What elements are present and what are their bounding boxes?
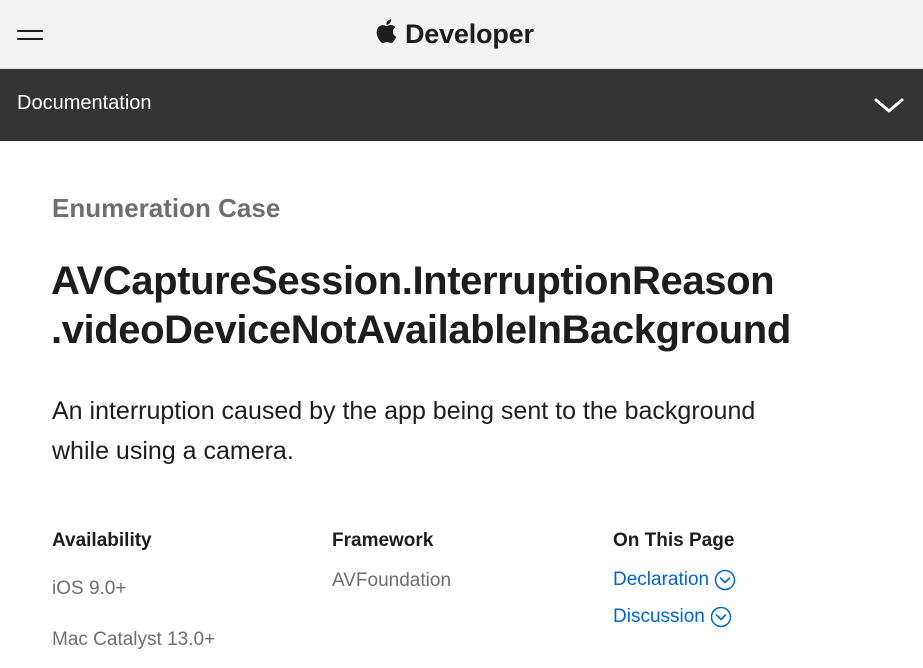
discussion-link-label: Discussion <box>613 606 705 627</box>
declaration-link-label: Declaration <box>613 569 710 590</box>
abstract-line: An interruption caused by the app being … <box>52 397 756 425</box>
availability-heading: Availability <box>52 530 152 551</box>
availability-mac-catalyst: Mac Catalyst 13.0+ <box>52 629 216 650</box>
declaration-link[interactable]: Declaration <box>613 569 736 591</box>
global-nav: Developer <box>0 0 923 69</box>
local-nav: Documentation <box>0 69 923 141</box>
page-title-line: .videoDeviceNotAvailableInBackground <box>51 308 791 352</box>
abstract-line: while using a camera. <box>52 437 294 465</box>
circle-chevron-down-icon <box>714 569 736 591</box>
framework-heading: Framework <box>332 530 434 551</box>
abstract: An interruption caused by the app being … <box>52 391 852 471</box>
eyebrow-label: Enumeration Case <box>52 193 281 223</box>
hamburger-menu-icon[interactable] <box>10 18 50 50</box>
apple-logo-icon <box>376 19 397 43</box>
discussion-link[interactable]: Discussion <box>613 606 732 628</box>
documentation-link[interactable]: Documentation <box>17 92 152 115</box>
developer-home-link[interactable]: Developer <box>374 14 534 54</box>
brand-label: Developer <box>405 18 534 49</box>
chevron-down-icon[interactable] <box>872 93 906 117</box>
page-title-line: AVCaptureSession.InterruptionReason <box>51 259 775 303</box>
framework-value: AVFoundation <box>332 570 452 591</box>
circle-chevron-down-icon <box>710 606 732 628</box>
page-title: AVCaptureSession.InterruptionReason .vid… <box>51 257 891 355</box>
availability-ios: iOS 9.0+ <box>52 578 127 599</box>
on-this-page-heading: On This Page <box>613 530 735 551</box>
